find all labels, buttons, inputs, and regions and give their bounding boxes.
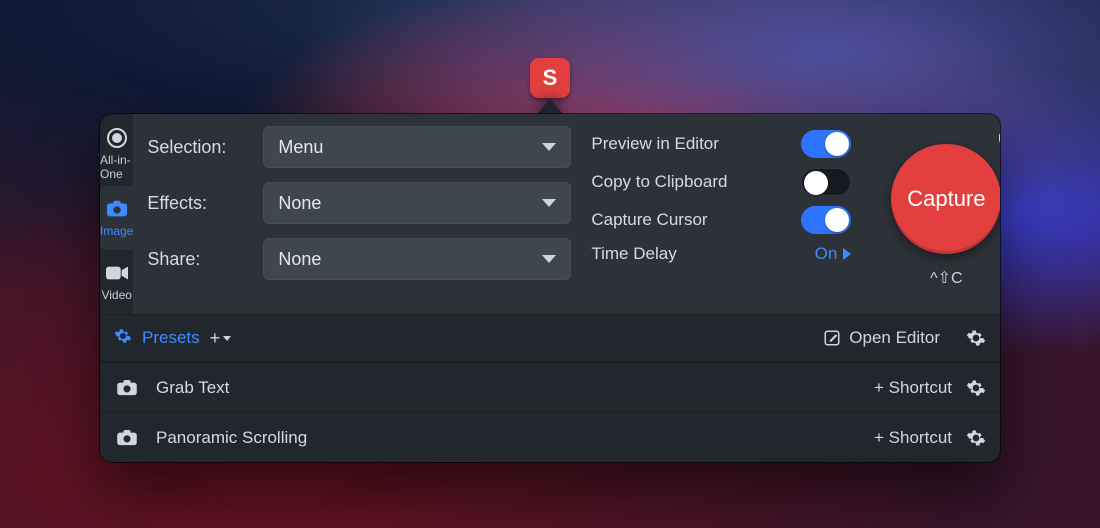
selection-value: Menu [278,137,323,158]
share-value: None [278,249,321,270]
preview-label: Preview in Editor [591,134,719,154]
add-shortcut-button[interactable]: + Shortcut [874,378,952,398]
camera-icon [106,198,128,220]
capture-cursor-row: Capture Cursor [591,206,851,234]
share-dropdown[interactable]: None [263,238,571,280]
preset-settings-button[interactable] [966,378,986,398]
effects-dropdown[interactable]: None [263,182,571,224]
all-in-one-icon [106,127,128,149]
gear-icon [966,428,986,448]
preset-grab-text[interactable]: Grab Text + Shortcut [100,362,1000,412]
settings-column: Selection: Menu Effects: None Share: [141,126,571,298]
delay-label: Time Delay [591,244,676,264]
toggles-column: Preview in Editor Copy to Clipboard Capt… [591,126,851,298]
mode-label: Video [101,288,131,302]
effects-value: None [278,193,321,214]
selection-row: Selection: Menu [141,126,571,168]
preview-in-editor-row: Preview in Editor [591,130,851,158]
copy-to-clipboard-row: Copy to Clipboard [591,168,851,196]
capture-column: Capture ^⇧C [871,126,1000,298]
capture-cursor-toggle[interactable] [801,206,851,234]
share-row: Share: None [141,238,571,280]
mode-label: All-in-One [100,153,133,181]
mode-label: Image [100,224,133,238]
preset-panoramic-scrolling[interactable]: Panoramic Scrolling + Shortcut [100,412,1000,462]
popover-pointer [536,99,564,115]
preset-settings-button[interactable] [966,428,986,448]
add-shortcut-button[interactable]: + Shortcut [874,428,952,448]
open-editor-label: Open Editor [849,328,940,348]
video-icon [106,262,128,284]
presets-label[interactable]: Presets [142,328,200,348]
chevron-down-icon [542,199,556,207]
editor-settings-button[interactable] [966,328,986,348]
menubar-app-icon[interactable]: S [530,58,570,98]
preset-label: Grab Text [156,378,229,398]
effects-label: Effects: [141,193,251,214]
chevron-down-icon [542,255,556,263]
capture-button-label: Capture [907,186,985,212]
camera-icon [114,380,140,396]
chevron-down-icon [542,143,556,151]
mode-image[interactable]: Image [100,186,133,250]
mode-all-in-one[interactable]: All-in-One [100,122,133,186]
chevron-right-icon [843,248,851,260]
open-editor-icon [823,329,841,347]
gear-icon [966,378,986,398]
time-delay-button[interactable]: On [815,244,852,264]
reset-button[interactable] [997,124,1000,152]
time-delay-row: Time Delay On [591,244,851,264]
presets-header: Presets + Open Editor [100,314,1000,362]
selection-dropdown[interactable]: Menu [263,126,571,168]
cursor-label: Capture Cursor [591,210,707,230]
capture-button[interactable]: Capture [891,144,1000,254]
share-label: Share: [141,249,251,270]
open-editor-button[interactable]: Open Editor [823,328,940,348]
refresh-icon [999,126,1000,150]
copy-to-clipboard-toggle[interactable] [801,168,851,196]
top-section: All-in-One Image Video Selection: [100,114,1000,314]
effects-row: Effects: None [141,182,571,224]
camera-icon [114,430,140,446]
add-preset-button[interactable]: + [210,328,232,349]
preview-in-editor-toggle[interactable] [801,130,851,158]
capture-shortcut: ^⇧C [930,268,962,288]
menubar-app-glyph: S [543,65,558,91]
delay-value: On [815,244,838,264]
gear-icon [966,328,986,348]
main-options: Selection: Menu Effects: None Share: [133,114,1000,314]
capture-popover: All-in-One Image Video Selection: [100,114,1000,462]
chevron-down-icon [223,336,231,341]
presets-gear-icon [114,327,132,350]
mode-video[interactable]: Video [100,250,133,314]
preset-label: Panoramic Scrolling [156,428,307,448]
clipboard-label: Copy to Clipboard [591,172,727,192]
mode-tabs: All-in-One Image Video [100,114,133,314]
selection-label: Selection: [141,137,251,158]
